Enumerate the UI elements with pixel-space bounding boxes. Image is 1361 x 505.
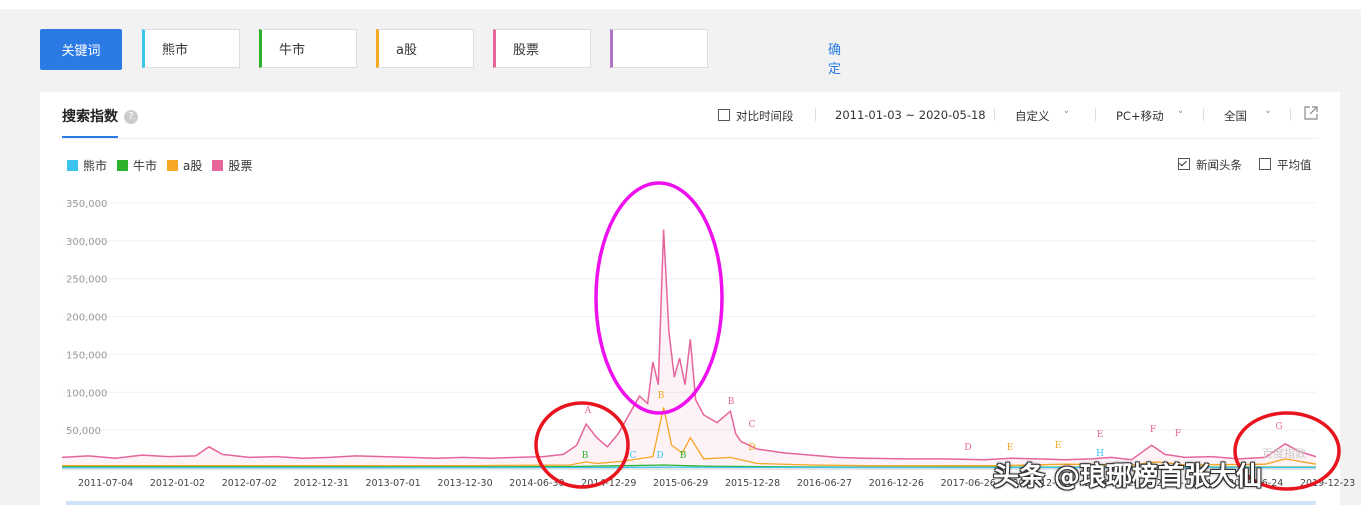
x-tick-label: 2017-06-26 — [941, 478, 996, 489]
news-marker[interactable]: E — [1055, 441, 1062, 451]
x-tick-label: 2013-07-01 — [366, 478, 421, 489]
x-tick-label: 2015-12-28 — [725, 478, 780, 489]
x-tick-label: 2016-06-27 — [797, 478, 852, 489]
baidu-index-watermark: 百度指数 — [1262, 446, 1306, 460]
x-tick-label: 2011-07-04 — [78, 478, 133, 489]
x-tick-label: 2015-06-29 — [653, 478, 708, 489]
x-tick-label: 2012-01-02 — [150, 478, 205, 489]
search-index-chart: 350,000 300,000 250,000 200,000 150,000 100,0… — [61, 181, 1355, 491]
y-tick-label: 350,000 — [66, 199, 107, 210]
watermark: 头条 @琅琊榜首张大仙 — [993, 462, 1263, 492]
news-marker[interactable]: B — [680, 451, 687, 461]
news-marker[interactable]: B — [582, 451, 589, 461]
news-marker[interactable]: E — [1097, 430, 1104, 440]
range-slider[interactable] — [66, 501, 1316, 505]
y-tick-label: 100,000 — [66, 388, 107, 399]
y-tick-label: 150,000 — [66, 350, 107, 361]
news-marker[interactable]: E — [1007, 443, 1014, 453]
news-marker[interactable]: G — [1275, 422, 1282, 432]
news-marker[interactable]: D — [656, 451, 663, 461]
y-tick-label: 50,000 — [66, 426, 101, 437]
news-marker[interactable]: A — [584, 406, 592, 416]
news-marker[interactable]: D — [964, 443, 971, 453]
news-marker[interactable]: D — [748, 443, 755, 453]
x-tick-label: 2012-07-02 — [222, 478, 277, 489]
x-tick-label: 2016-12-26 — [869, 478, 924, 489]
news-marker[interactable]: B — [728, 397, 735, 407]
y-tick-label: 250,000 — [66, 275, 107, 286]
news-marker[interactable]: C — [749, 420, 756, 430]
y-tick-label: 300,000 — [66, 237, 107, 248]
y-tick-label: 200,000 — [66, 313, 107, 324]
x-tick-label: 2012-12-31 — [294, 478, 349, 489]
news-marker[interactable]: F — [1150, 425, 1156, 435]
x-tick-label: 2013-12-30 — [437, 478, 492, 489]
news-marker[interactable]: F — [1175, 429, 1181, 439]
news-marker[interactable]: C — [630, 451, 637, 461]
news-marker[interactable]: B — [658, 391, 665, 401]
